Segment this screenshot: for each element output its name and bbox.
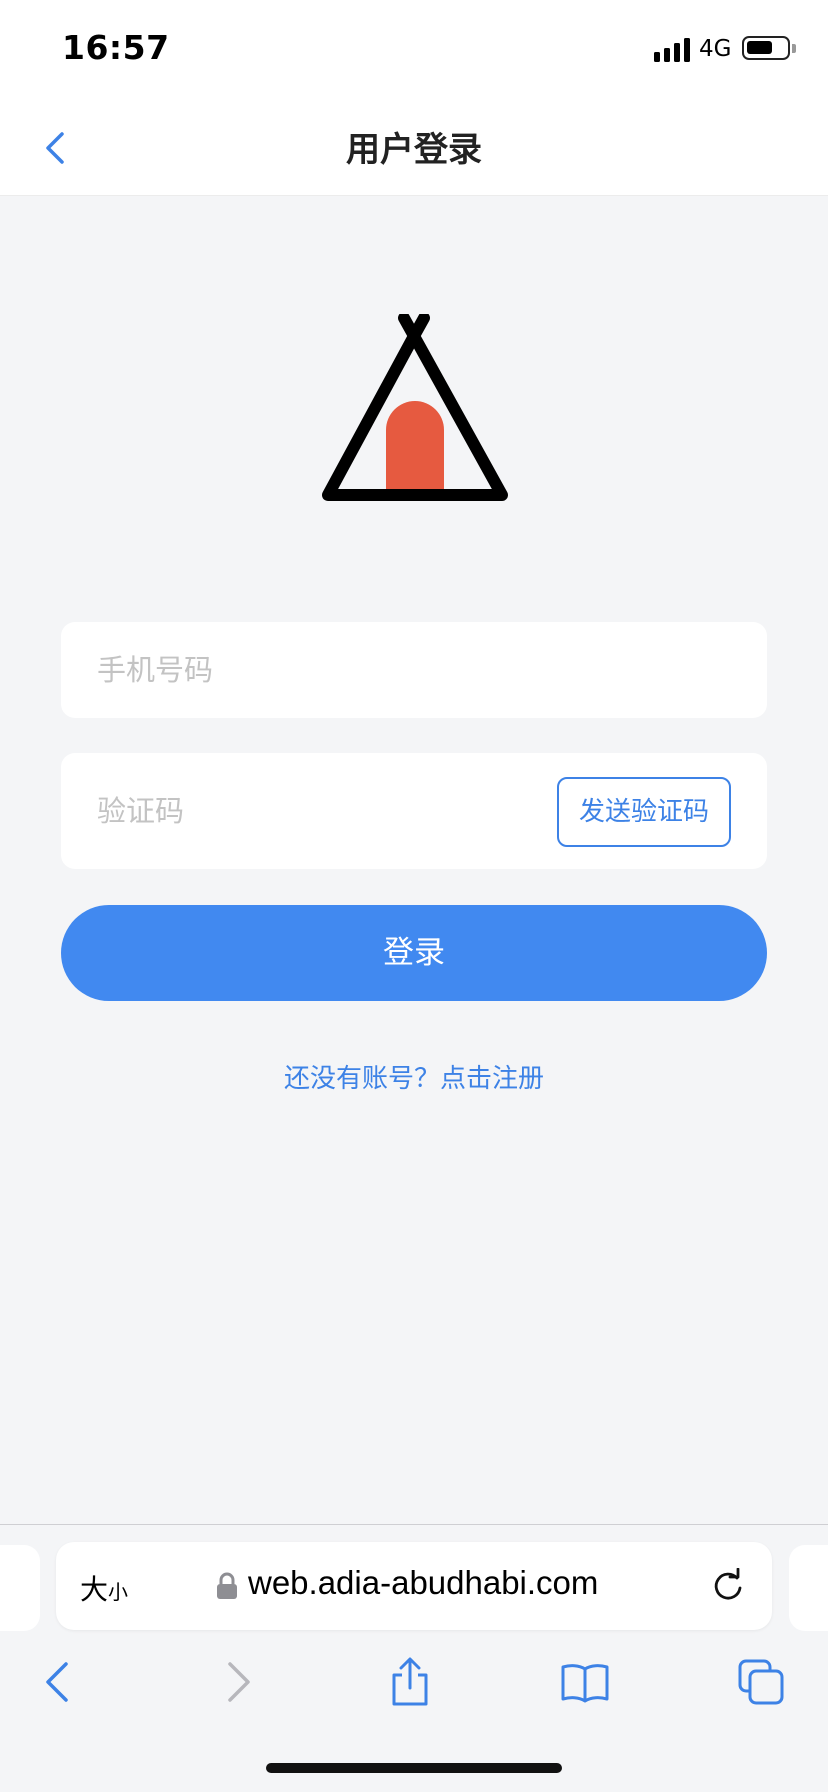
phone-field-container [61,622,767,718]
login-button[interactable]: 登录 [61,905,767,1001]
status-bar: 16:57 4G [0,0,828,98]
lock-icon [217,1572,237,1599]
battery-level [747,41,772,54]
address-bar[interactable]: 大小 web.adia-abudhabi.com [56,1542,772,1630]
send-code-button[interactable]: 发送验证码 [557,777,731,847]
bookmarks-icon[interactable] [560,1657,610,1707]
previous-tab-pill[interactable] [0,1545,40,1631]
text-size-big: 大 [80,1573,109,1606]
text-size-small: 小 [108,1580,129,1604]
forward-icon[interactable] [212,1657,262,1707]
tabs-icon[interactable] [736,1657,786,1707]
text-size-button[interactable]: 大小 [80,1568,128,1608]
code-field-container: 发送验证码 [61,753,767,869]
share-icon[interactable] [385,1657,435,1707]
reload-icon[interactable] [710,1568,746,1604]
status-time: 16:57 [62,28,170,67]
network-type: 4G [699,36,732,62]
verification-code-input[interactable] [61,753,541,869]
next-tab-pill[interactable] [789,1545,828,1631]
register-link[interactable]: 还没有账号？点击注册 [0,1058,828,1095]
home-indicator [266,1763,562,1773]
url-text: web.adia-abudhabi.com [248,1564,599,1601]
page-title: 用户登录 [346,130,482,170]
back-icon[interactable] [34,1657,84,1707]
browser-toolbar: 大小 web.adia-abudhabi.com [0,1524,828,1792]
phone-input[interactable] [61,622,767,718]
tent-logo-icon [322,314,508,501]
battery-tip [792,44,796,53]
battery-icon [742,36,790,60]
nav-bar: 用户登录 [0,98,828,196]
chevron-left-icon[interactable] [36,122,76,172]
signal-icon [654,38,690,62]
